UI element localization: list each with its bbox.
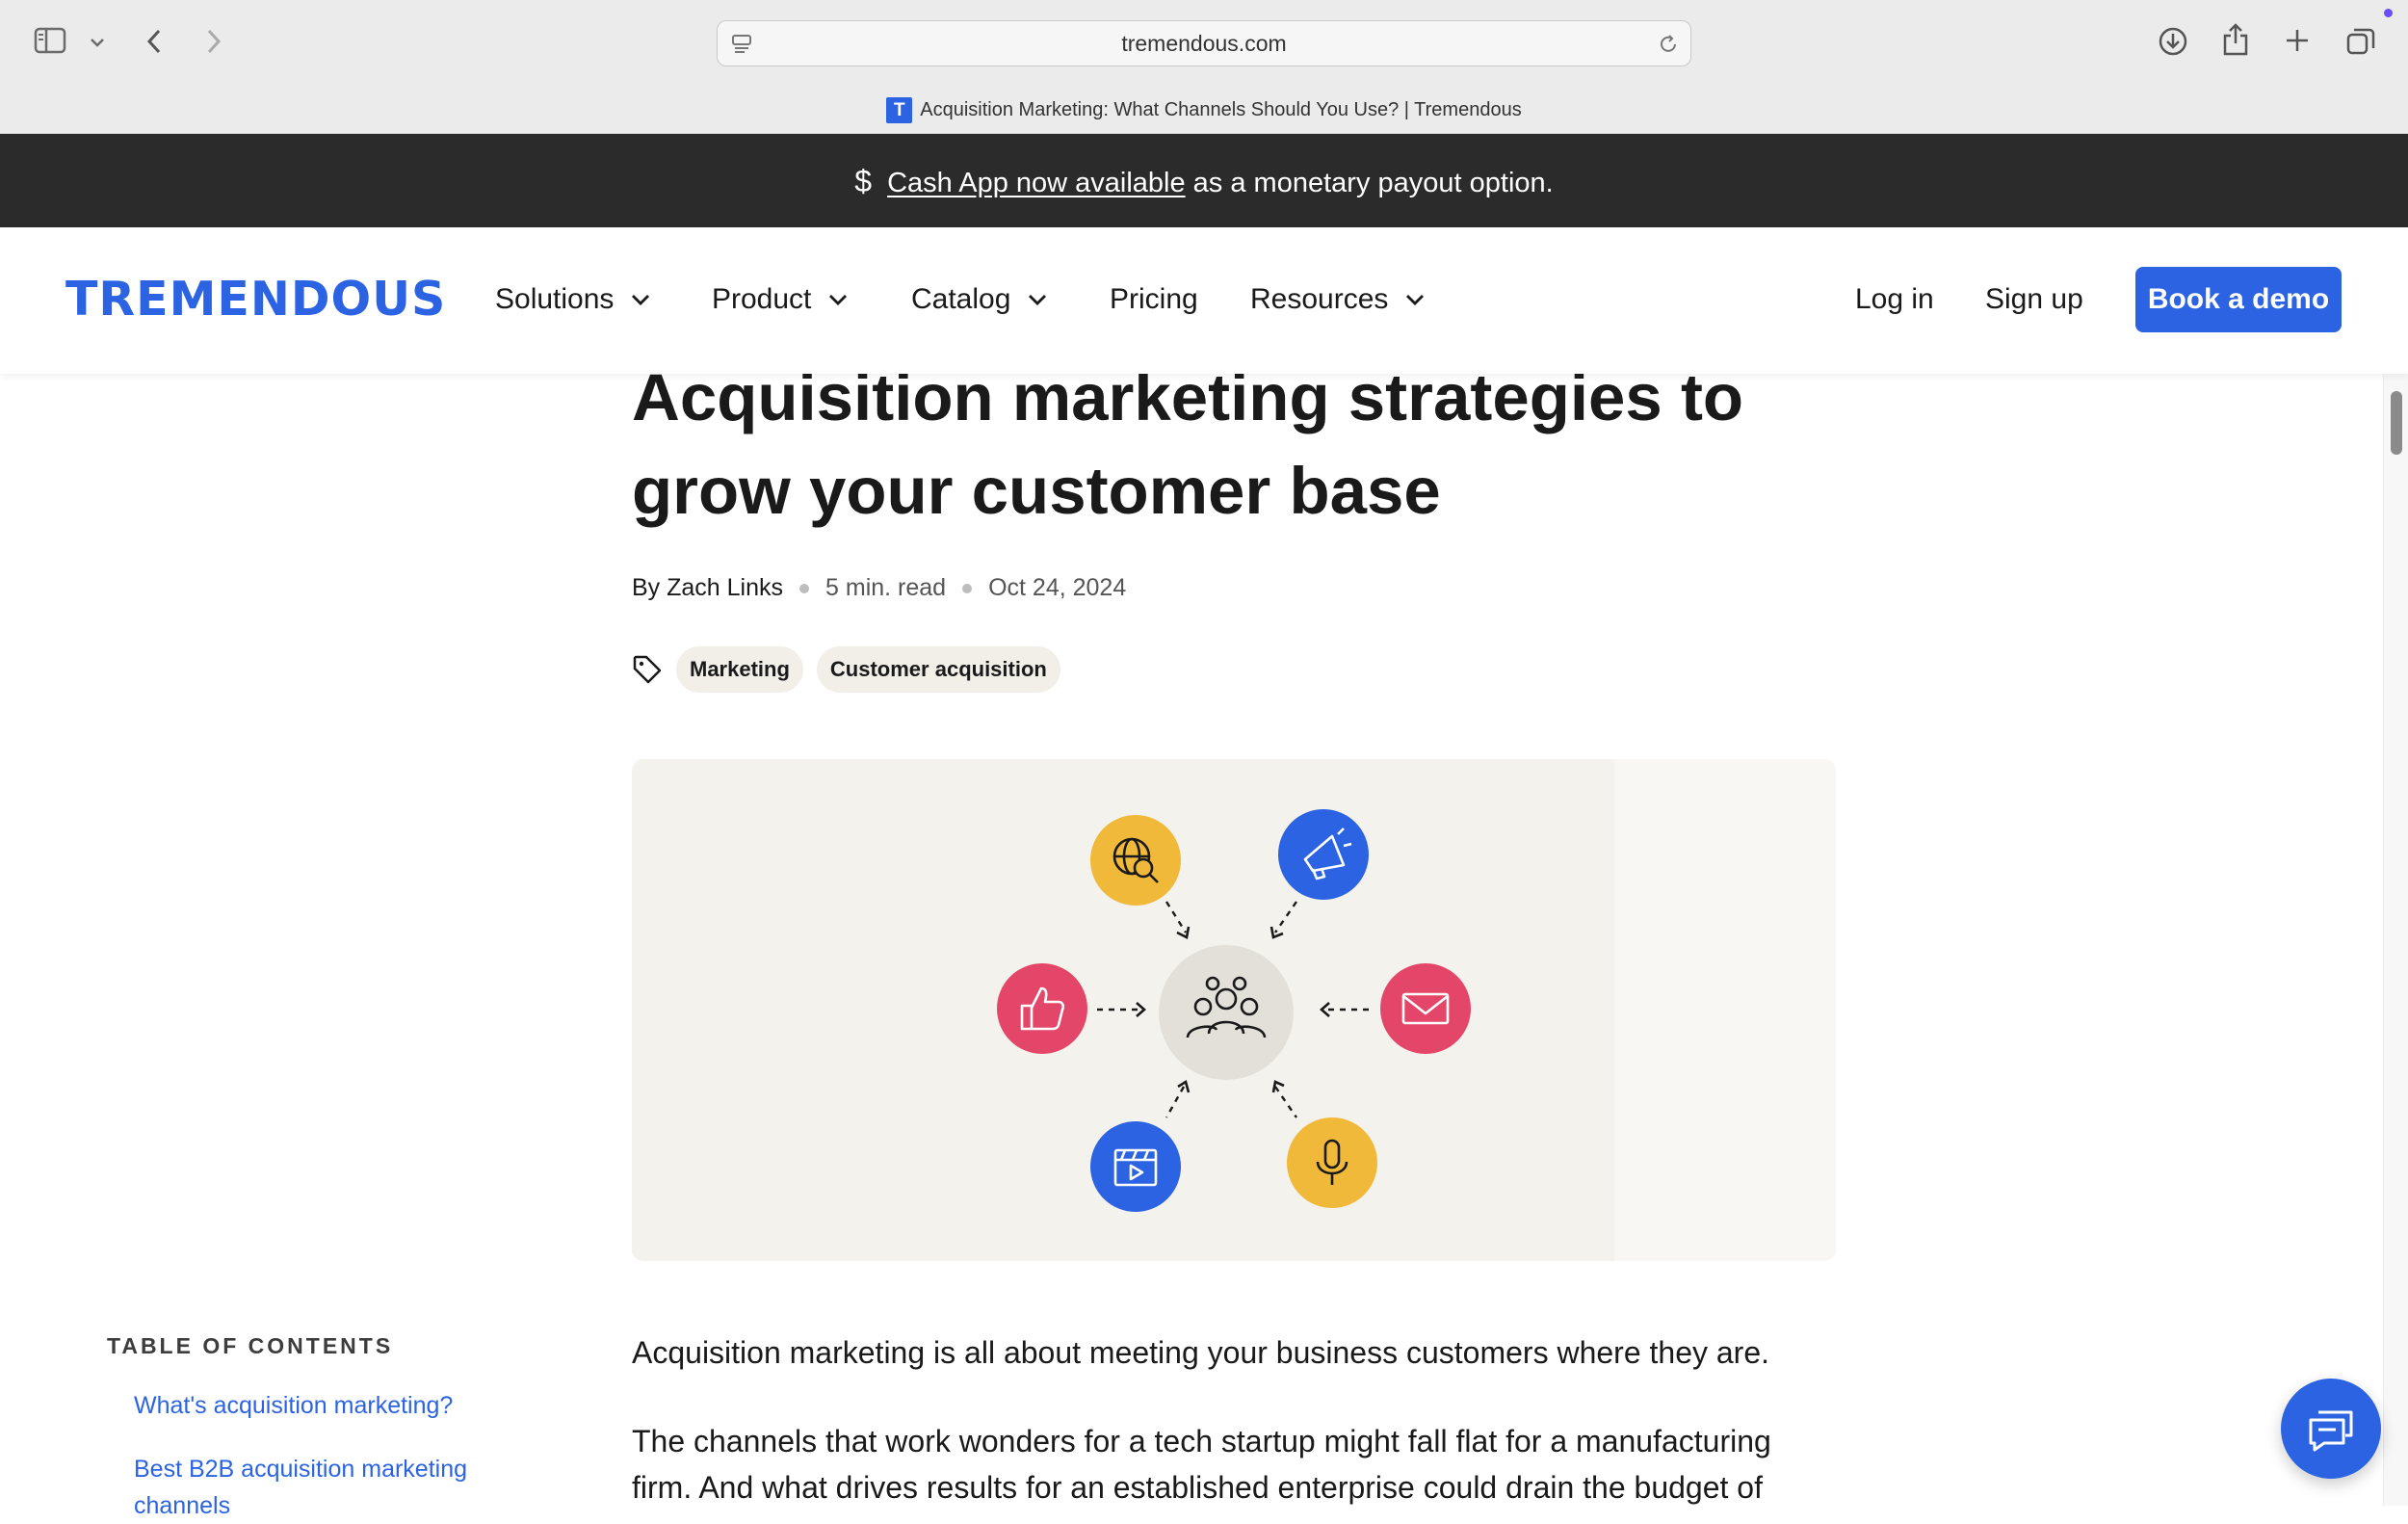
email-icon	[1380, 963, 1471, 1054]
nav-label: Catalog	[911, 283, 1011, 315]
tag-icon	[633, 655, 662, 684]
tabs-overview-icon[interactable]	[2344, 25, 2377, 58]
article-paragraph: Acquisition marketing is all about meeti…	[632, 1335, 1770, 1370]
tag-list: Marketing Customer acquisition	[632, 646, 1060, 693]
article-byline: By Zach Links 5 min. read Oct 24, 2024	[632, 574, 1126, 602]
nav-label: Pricing	[1110, 283, 1198, 315]
chevron-down-icon	[1029, 295, 1047, 305]
chat-icon	[2309, 1410, 2353, 1452]
tremendous-logo[interactable]: TREMENDOUS	[65, 272, 446, 327]
scrollbar-thumb[interactable]	[2391, 391, 2402, 455]
nav-catalog[interactable]: Catalog	[911, 283, 1047, 316]
forward-icon[interactable]	[200, 25, 227, 58]
thumbs-up-icon	[997, 963, 1087, 1054]
nav-label: Resources	[1250, 283, 1389, 315]
toc-heading: TABLE OF CONTENTS	[107, 1333, 394, 1358]
signup-link[interactable]: Sign up	[1985, 283, 2083, 316]
announcement-text: as a monetary payout option.	[1185, 168, 1554, 198]
chevron-down-icon	[829, 295, 848, 305]
toc-item[interactable]: What's acquisition marketing?	[134, 1387, 538, 1424]
publish-date: Oct 24, 2024	[988, 574, 1127, 601]
announcement-bar: $ Cash App now available as a monetary pa…	[0, 134, 2408, 227]
separator-dot	[962, 583, 973, 593]
favicon-icon: T	[886, 97, 913, 123]
download-icon[interactable]	[2157, 25, 2189, 58]
book-demo-button[interactable]: Book a demo	[2135, 267, 2342, 332]
browser-toolbar: tremendous.com T Acquisition Marketing: W…	[0, 0, 2408, 134]
audience-icon	[1159, 945, 1294, 1080]
author[interactable]: By Zach Links	[632, 574, 783, 602]
global-search-icon	[1090, 815, 1181, 906]
share-icon[interactable]	[2219, 21, 2252, 58]
nav-label: Product	[712, 283, 812, 315]
article-paragraph: The channels that work wonders for a tec…	[632, 1424, 1771, 1505]
nav-solutions[interactable]: Solutions	[495, 283, 650, 316]
tag-customer-acquisition[interactable]: Customer acquisition	[816, 646, 1060, 693]
hero-illustration	[632, 759, 1836, 1261]
separator-dot	[799, 583, 810, 593]
video-icon	[1090, 1121, 1181, 1212]
megaphone-icon	[1278, 809, 1369, 900]
toc-item[interactable]: Best B2B acquisition marketing channels	[134, 1451, 538, 1524]
tab-title-text: Acquisition Marketing: What Channels Sho…	[920, 99, 1522, 120]
article-title: Acquisition marketing strategies to grow…	[632, 360, 1744, 528]
address-bar[interactable]: tremendous.com	[717, 20, 1691, 66]
site-header: TREMENDOUS Solutions Product Catalog Pri…	[0, 227, 2408, 374]
microphone-icon	[1287, 1117, 1377, 1208]
reload-icon[interactable]	[1656, 32, 1681, 57]
back-icon[interactable]	[141, 25, 168, 58]
active-tab[interactable]: T Acquisition Marketing: What Channels Sh…	[0, 97, 2408, 123]
announcement-link[interactable]: Cash App now available	[887, 168, 1186, 198]
scrollbar-track[interactable]	[2383, 374, 2408, 1506]
tag-marketing[interactable]: Marketing	[676, 646, 803, 693]
chat-button[interactable]	[2281, 1379, 2381, 1479]
new-tab-icon[interactable]	[2282, 25, 2313, 56]
nav-label: Solutions	[495, 283, 615, 315]
login-link[interactable]: Log in	[1855, 283, 1934, 316]
url-text[interactable]: tremendous.com	[718, 31, 1690, 57]
notification-dot	[2384, 9, 2393, 17]
nav-pricing[interactable]: Pricing	[1110, 283, 1198, 316]
chevron-down-icon[interactable]	[87, 33, 108, 52]
dollar-icon: $	[854, 164, 873, 198]
chevron-down-icon	[1406, 295, 1425, 305]
nav-product[interactable]: Product	[712, 283, 848, 316]
sidebar-icon[interactable]	[33, 25, 67, 56]
read-time: 5 min. read	[825, 574, 947, 601]
chevron-down-icon	[632, 295, 650, 305]
nav-resources[interactable]: Resources	[1250, 283, 1425, 316]
